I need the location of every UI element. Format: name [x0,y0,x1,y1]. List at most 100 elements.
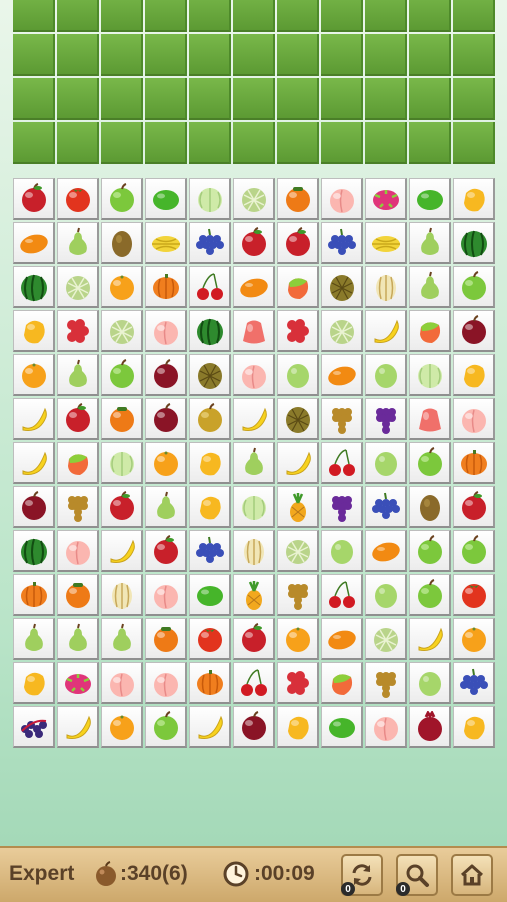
tile-peach[interactable] [453,398,495,440]
tile-grapes-blue[interactable] [453,662,495,704]
tile-mango-orange[interactable] [233,266,275,308]
tile-pumpkin[interactable] [145,266,187,308]
tile-pear[interactable] [57,618,99,660]
tile-grapes-yellow[interactable] [277,574,319,616]
tile-melon-net[interactable] [365,618,407,660]
tile-orange[interactable] [13,354,55,396]
tile-banana[interactable] [409,618,451,660]
tile-apple-red[interactable] [453,486,495,528]
tile-grapes-purple[interactable] [365,398,407,440]
tile-plum[interactable] [453,310,495,352]
tile-pear[interactable] [409,222,451,264]
tile-mango[interactable] [189,486,231,528]
tile-cherry[interactable] [321,442,363,484]
home-button[interactable] [451,854,493,896]
tile-lime[interactable] [409,178,451,220]
tile-cherry[interactable] [321,574,363,616]
tile-guava[interactable] [409,662,451,704]
tile-orange[interactable] [101,266,143,308]
tile-mango-orange[interactable] [365,530,407,572]
tile-grapes-yellow[interactable] [321,398,363,440]
tile-apple-green[interactable] [453,266,495,308]
shuffle-button[interactable]: 0 [341,854,383,896]
tile-persimmon[interactable] [57,574,99,616]
tile-wax-apple[interactable] [409,398,451,440]
tile-grapes-blue[interactable] [189,222,231,264]
tile-mango-orange[interactable] [321,354,363,396]
tile-lychee[interactable] [277,662,319,704]
tile-plum[interactable] [145,354,187,396]
tile-starfruit[interactable] [365,222,407,264]
tile-banana[interactable] [13,442,55,484]
tile-grapes-purple[interactable] [321,486,363,528]
tile-dragonfruit[interactable] [57,662,99,704]
tile-peach[interactable] [145,310,187,352]
tile-banana[interactable] [57,706,99,748]
tile-peach[interactable] [145,574,187,616]
tile-melon-net[interactable] [277,530,319,572]
tile-guava[interactable] [321,530,363,572]
tile-mango[interactable] [277,706,319,748]
tile-melon-green[interactable] [233,486,275,528]
tile-banana[interactable] [277,442,319,484]
tile-melon-green[interactable] [409,354,451,396]
tile-grapes-blue[interactable] [365,486,407,528]
tile-starfruit[interactable] [145,222,187,264]
tile-durian[interactable] [277,398,319,440]
tile-mango-red[interactable] [409,310,451,352]
tile-melon-green[interactable] [189,178,231,220]
tile-pineapple[interactable] [277,486,319,528]
tile-peach[interactable] [145,662,187,704]
tile-apple-red[interactable] [145,530,187,572]
tile-grapes-blue[interactable] [189,530,231,572]
tile-tomato[interactable] [453,574,495,616]
tile-mango-red[interactable] [321,662,363,704]
tile-lychee[interactable] [277,310,319,352]
tile-mango[interactable] [13,310,55,352]
tile-mango[interactable] [453,178,495,220]
tile-mango[interactable] [453,706,495,748]
tile-tomato[interactable] [189,618,231,660]
tile-hami-melon[interactable] [233,530,275,572]
tile-peach[interactable] [101,662,143,704]
tile-durian[interactable] [189,354,231,396]
tile-lychee[interactable] [57,310,99,352]
tile-hami-melon[interactable] [365,266,407,308]
tile-orange[interactable] [277,618,319,660]
tile-banana[interactable] [101,530,143,572]
tile-guava[interactable] [365,442,407,484]
tile-pear[interactable] [409,266,451,308]
tile-kiwi[interactable] [409,486,451,528]
tile-pumpkin[interactable] [453,442,495,484]
tile-plum[interactable] [13,486,55,528]
tile-mango-orange[interactable] [321,618,363,660]
tile-watermelon[interactable] [453,222,495,264]
tile-lime[interactable] [321,706,363,748]
tile-peach[interactable] [321,178,363,220]
tile-apple-red[interactable] [101,486,143,528]
tile-persimmon[interactable] [277,178,319,220]
tile-wax-apple[interactable] [233,310,275,352]
tile-persimmon[interactable] [145,618,187,660]
tile-grapes-blue[interactable] [321,222,363,264]
tile-apple-red[interactable] [277,222,319,264]
tile-grapes-yellow[interactable] [365,662,407,704]
tile-lime[interactable] [189,574,231,616]
tile-cherry[interactable] [233,662,275,704]
tile-peach[interactable] [57,530,99,572]
tile-dragonfruit[interactable] [365,178,407,220]
tile-apple-green[interactable] [101,354,143,396]
tile-orange[interactable] [101,706,143,748]
tile-watermelon[interactable] [13,266,55,308]
tile-grapes-yellow[interactable] [57,486,99,528]
tile-lime[interactable] [145,178,187,220]
tile-guava[interactable] [365,574,407,616]
tile-mango[interactable] [189,442,231,484]
tile-pumpkin[interactable] [13,574,55,616]
tile-cherry[interactable] [189,266,231,308]
tile-peach[interactable] [365,706,407,748]
tile-tomato[interactable] [57,178,99,220]
tile-mango[interactable] [453,354,495,396]
tile-apple-red[interactable] [233,222,275,264]
tile-apple-green[interactable] [409,442,451,484]
